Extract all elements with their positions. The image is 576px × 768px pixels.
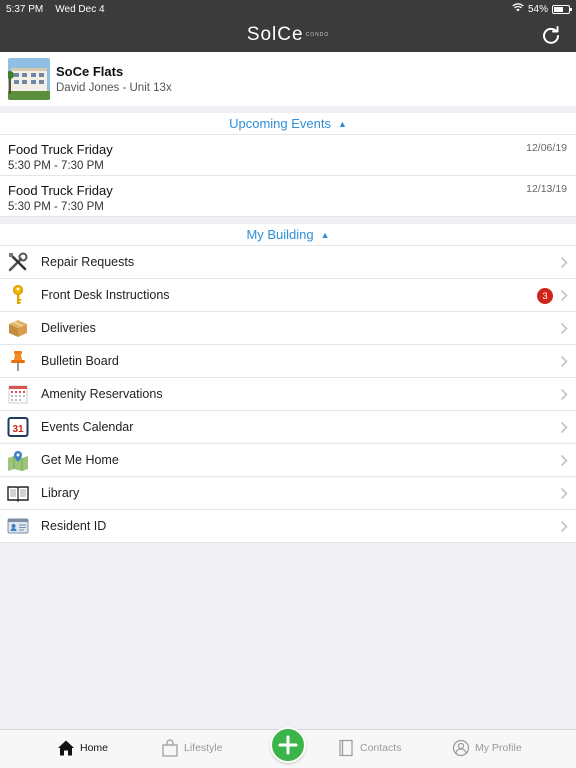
event-time: 5:30 PM - 7:30 PM: [8, 201, 104, 213]
chevron-right-icon: [560, 388, 568, 401]
add-button[interactable]: [270, 727, 306, 763]
collapse-caret-icon: ▲: [320, 229, 330, 240]
svg-text:31: 31: [12, 424, 24, 435]
wifi-icon: [512, 3, 524, 15]
chevron-right-icon: [560, 256, 568, 269]
status-bar: 5:37 PM Wed Dec 4 54%: [0, 0, 576, 18]
chevron-right-icon: [560, 487, 568, 500]
shopping-bag-icon: [162, 739, 178, 757]
tab-home[interactable]: Home: [57, 739, 108, 757]
refresh-icon: [543, 26, 559, 44]
chevron-right-icon: [560, 289, 568, 302]
my-building-header[interactable]: My Building ▲: [0, 224, 576, 246]
tab-contacts[interactable]: Contacts: [337, 739, 401, 757]
menu-item-resident-id[interactable]: Resident ID: [0, 510, 576, 543]
map-pin-icon: [7, 449, 29, 471]
chevron-right-icon: [560, 421, 568, 434]
status-date: Wed Dec 4: [55, 3, 105, 15]
menu-item-repair-requests[interactable]: Repair Requests: [0, 246, 576, 279]
menu-item-label: Library: [41, 486, 80, 500]
tab-label: Lifestyle: [184, 742, 223, 754]
property-card[interactable]: SoCe Flats David Jones - Unit 13x: [0, 52, 576, 106]
tab-label: My Profile: [475, 742, 522, 754]
menu-item-deliveries[interactable]: Deliveries: [0, 312, 576, 345]
resident-unit: David Jones - Unit 13x: [56, 82, 172, 94]
menu-item-label: Bulletin Board: [41, 354, 119, 368]
event-time: 5:30 PM - 7:30 PM: [8, 160, 104, 172]
profile-icon: [452, 739, 470, 757]
menu-item-bulletin-board[interactable]: Bulletin Board: [0, 345, 576, 378]
menu-item-label: Front Desk Instructions: [41, 288, 170, 302]
upcoming-events-title: Upcoming Events: [229, 116, 331, 131]
menu-item-label: Events Calendar: [41, 420, 134, 434]
tab-label: Home: [80, 742, 109, 754]
menu-item-label: Resident ID: [41, 519, 107, 533]
chevron-right-icon: [560, 322, 568, 335]
menu-item-front-desk-instructions[interactable]: Front Desk Instructions 3: [0, 279, 576, 312]
menu-item-library[interactable]: Library: [0, 477, 576, 510]
refresh-button[interactable]: [540, 24, 562, 46]
menu-item-events-calendar[interactable]: 31 Events Calendar: [0, 411, 576, 444]
app-logo: SolCe CONDO: [246, 24, 330, 45]
event-row[interactable]: Food Truck Friday 5:30 PM - 7:30 PM 12/1…: [0, 176, 576, 217]
upcoming-events-header[interactable]: Upcoming Events ▲: [0, 113, 576, 135]
property-name: SoCe Flats: [56, 64, 124, 79]
event-title: Food Truck Friday: [8, 183, 113, 198]
menu-item-label: Get Me Home: [41, 453, 119, 467]
contacts-book-icon: [339, 739, 353, 757]
my-building-title: My Building: [246, 227, 314, 242]
menu-item-label: Amenity Reservations: [41, 387, 163, 401]
status-time: 5:37 PM: [6, 3, 44, 15]
tab-my-profile[interactable]: My Profile: [452, 739, 522, 757]
event-date: 12/06/19: [526, 142, 567, 154]
chevron-right-icon: [560, 355, 568, 368]
battery-icon: [552, 4, 572, 14]
collapse-caret-icon: ▲: [337, 118, 347, 129]
event-title: Food Truck Friday: [8, 142, 113, 157]
key-icon: [7, 284, 29, 306]
chevron-right-icon: [560, 520, 568, 533]
battery-percent: 54%: [527, 3, 548, 15]
menu-item-amenity-reservations[interactable]: Amenity Reservations: [0, 378, 576, 411]
home-icon: [58, 740, 74, 756]
tab-lifestyle[interactable]: Lifestyle: [161, 739, 223, 757]
id-card-icon: [7, 515, 29, 537]
menu-item-get-me-home[interactable]: Get Me Home: [0, 444, 576, 477]
menu-item-label: Repair Requests: [41, 255, 135, 269]
tools-icon: [7, 251, 29, 273]
book-icon: [7, 482, 29, 504]
notification-badge: 3: [537, 288, 553, 304]
event-date: 12/13/19: [526, 183, 567, 195]
menu-item-label: Deliveries: [41, 321, 96, 335]
pushpin-icon: [7, 350, 29, 372]
calendar-grid-icon: [7, 383, 29, 405]
my-building-list: Repair Requests Front Desk Instructions …: [0, 246, 576, 543]
top-navigation-bar: SolCe CONDO: [0, 18, 576, 52]
property-photo: [8, 58, 50, 100]
tab-label: Contacts: [360, 742, 402, 754]
event-row[interactable]: Food Truck Friday 5:30 PM - 7:30 PM 12/0…: [0, 135, 576, 176]
chevron-right-icon: [560, 454, 568, 467]
plus-icon: [278, 735, 298, 755]
package-icon: [7, 317, 29, 339]
calendar-31-icon: 31: [7, 416, 29, 438]
